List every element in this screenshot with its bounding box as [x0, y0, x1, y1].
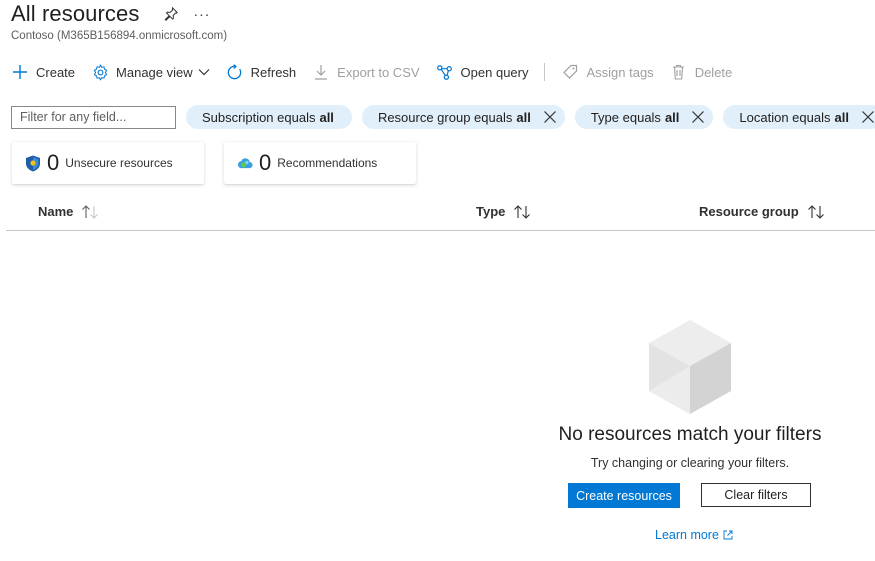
- recommendations-count: 0: [259, 150, 272, 175]
- assign-tags-label: Assign tags: [586, 64, 654, 80]
- learn-more-link[interactable]: Learn more: [655, 528, 733, 542]
- trash-icon: [670, 63, 688, 81]
- empty-cube-icon: [649, 320, 731, 414]
- create-button[interactable]: Create: [11, 63, 75, 81]
- tag-icon: [561, 63, 579, 81]
- export-csv-button[interactable]: Export to CSV: [312, 63, 420, 81]
- refresh-button[interactable]: Refresh: [226, 63, 297, 81]
- filter-pill-label: Subscription equals: [202, 109, 316, 125]
- table-header: Name Type Resource group: [6, 200, 875, 231]
- recommendations-card[interactable]: 0 Recommendations: [224, 142, 416, 184]
- column-header-label: Name: [38, 204, 74, 219]
- page-title: All resources: [11, 1, 140, 26]
- column-header-label: Type: [476, 204, 506, 219]
- create-label: Create: [36, 64, 76, 80]
- filter-pill-subscription[interactable]: Subscription equals all: [186, 105, 352, 129]
- filter-pill-value: all: [664, 109, 680, 125]
- gear-icon: [91, 63, 109, 81]
- filter-pill-value: all: [834, 109, 849, 125]
- column-header-name[interactable]: Name: [38, 204, 99, 219]
- plus-icon: [11, 63, 29, 81]
- clear-filters-button[interactable]: Clear filters: [701, 483, 811, 507]
- open-query-button[interactable]: Open query: [436, 63, 529, 81]
- manage-view-button[interactable]: Manage view: [91, 63, 210, 81]
- page-subtitle: Contoso (M365B156894.onmicrosoft.com): [11, 30, 228, 42]
- filter-pill-value: all: [319, 109, 334, 125]
- column-header-label: Resource group: [699, 204, 799, 219]
- sort-icon: [513, 204, 531, 219]
- delete-button[interactable]: Delete: [670, 63, 733, 81]
- unsecure-label: Unsecure resources: [65, 156, 173, 170]
- empty-state-subtitle: Try changing or clearing your filters.: [590, 456, 790, 470]
- filter-row: Subscription equals all Resource group e…: [11, 105, 875, 129]
- chevron-down-icon: [198, 63, 210, 81]
- filter-input[interactable]: [11, 105, 176, 129]
- close-icon[interactable]: [691, 110, 705, 124]
- filter-pill-type[interactable]: Type equals all: [574, 105, 714, 129]
- title-row: All resources ···: [11, 0, 210, 28]
- advisor-cloud-icon: [237, 155, 253, 171]
- filter-pill-location[interactable]: Location equals all: [723, 105, 875, 129]
- column-header-resource-group[interactable]: Resource group: [699, 204, 825, 219]
- sort-icon: [81, 204, 99, 219]
- query-graph-icon: [436, 63, 454, 81]
- sort-icon: [807, 204, 825, 219]
- empty-state-title: No resources match your filters: [558, 424, 822, 445]
- manage-view-label: Manage view: [116, 64, 193, 80]
- filter-pill-label: Type equals: [590, 109, 661, 125]
- filter-pill-value: all: [516, 109, 531, 125]
- shield-icon: [25, 155, 41, 172]
- close-icon[interactable]: [861, 110, 875, 124]
- external-link-icon: [723, 530, 733, 540]
- learn-more-label: Learn more: [655, 528, 719, 542]
- toolbar-divider: [544, 63, 546, 81]
- command-bar: Create Manage view Refresh Export to CSV…: [11, 60, 748, 84]
- column-header-type[interactable]: Type: [476, 204, 531, 219]
- create-resources-button[interactable]: Create resources: [568, 483, 680, 508]
- delete-label: Delete: [694, 64, 733, 80]
- filter-pill-label: Resource group equals: [377, 109, 513, 125]
- export-csv-label: Export to CSV: [337, 64, 420, 80]
- pin-icon[interactable]: [163, 6, 179, 22]
- recommendations-label: Recommendations: [277, 156, 378, 170]
- refresh-icon: [226, 63, 244, 81]
- assign-tags-button[interactable]: Assign tags: [561, 63, 654, 81]
- more-options-icon[interactable]: ···: [193, 6, 210, 22]
- unsecure-resources-card[interactable]: 0 Unsecure resources: [12, 142, 204, 184]
- open-query-label: Open query: [460, 64, 529, 80]
- filter-pill-resource-group[interactable]: Resource group equals all: [361, 105, 565, 129]
- refresh-label: Refresh: [250, 64, 297, 80]
- close-icon[interactable]: [543, 110, 557, 124]
- unsecure-count: 0: [47, 150, 60, 175]
- download-icon: [312, 63, 330, 81]
- filter-pill-label: Location equals: [739, 109, 831, 125]
- empty-state: No resources match your filters Try chan…: [540, 318, 840, 542]
